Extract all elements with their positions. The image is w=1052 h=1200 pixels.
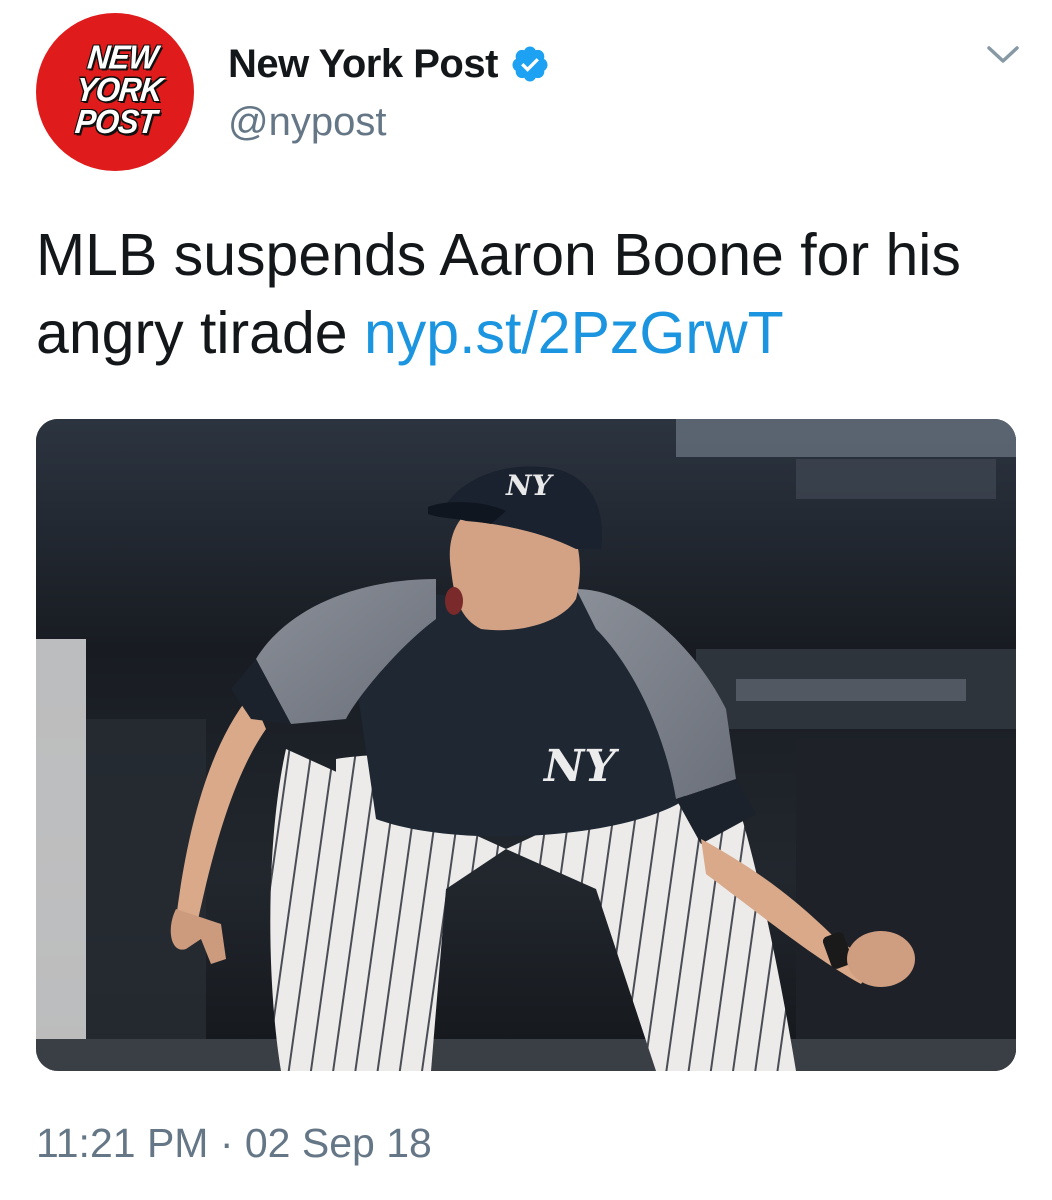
tweet-photo[interactable]: NY NY: [36, 419, 1016, 1071]
jersey-logo: NY: [542, 741, 619, 792]
display-name[interactable]: New York Post: [228, 42, 498, 87]
logo-line-3: POST: [73, 102, 158, 141]
photo-illustration: NY NY: [36, 419, 1016, 1071]
logo-line-1: NEW: [85, 38, 160, 76]
tweet-card: NEW YORK POST New York Post @nypost MLB …: [0, 0, 1052, 1200]
avatar[interactable]: NEW YORK POST: [36, 13, 194, 171]
tweet-text: MLB suspends Aaron Boone for his angry t…: [36, 216, 1016, 372]
cap-logo: NY: [505, 469, 555, 502]
logo-line-2: YORK: [74, 70, 164, 109]
author-name-row: New York Post: [228, 40, 550, 88]
chevron-down-icon[interactable]: [986, 42, 1020, 66]
nypost-logo: NEW YORK POST: [59, 38, 179, 141]
handle[interactable]: @nypost: [228, 100, 386, 145]
tweet-link[interactable]: nyp.st/2PzGrwT: [364, 300, 784, 366]
tweet-timestamp[interactable]: 11:21 PM · 02 Sep 18: [36, 1120, 432, 1167]
verified-badge-icon: [512, 46, 548, 82]
